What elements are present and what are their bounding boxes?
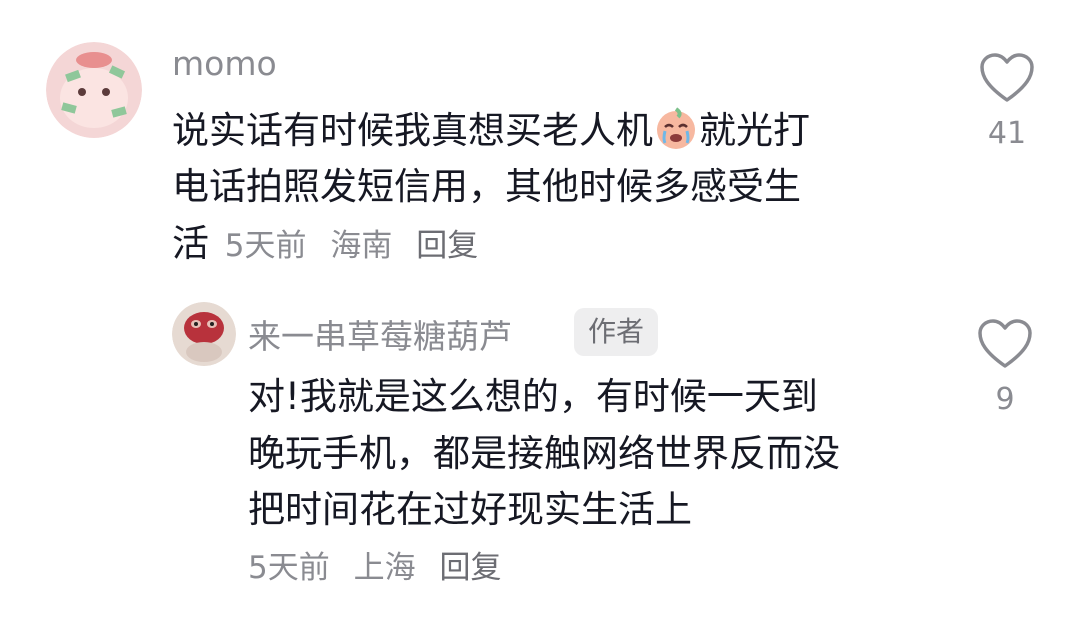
reply-button[interactable]: 回复 bbox=[439, 550, 501, 586]
comment-text-line: 活 bbox=[172, 222, 209, 265]
avatar-image bbox=[172, 302, 236, 366]
comment-text-line: 对!我就是这么想的，有时候一天到 bbox=[248, 375, 818, 418]
heart-icon bbox=[978, 319, 1032, 368]
comment-username[interactable]: 来一串草莓糖葫芦 bbox=[248, 310, 512, 358]
comment-text-line: 晚玩手机，都是接触网络世界反而没 bbox=[248, 432, 840, 475]
comment-username[interactable]: momo bbox=[172, 44, 277, 83]
avatar-image bbox=[46, 42, 142, 138]
comment-location: 海南 bbox=[330, 228, 393, 264]
comment-text-line: 就光打 bbox=[699, 109, 810, 152]
comment-meta: 5天前 海南 回复 bbox=[225, 228, 492, 264]
author-badge: 作者 bbox=[574, 308, 659, 356]
like-button[interactable]: 9 bbox=[970, 318, 1040, 417]
like-button[interactable]: 41 bbox=[972, 52, 1042, 151]
comment-location: 上海 bbox=[353, 550, 416, 586]
comment-time: 5天前 bbox=[224, 228, 307, 264]
comment-text-line: 说实话有时候我真想买老人机 bbox=[172, 109, 653, 152]
like-count: 9 bbox=[995, 382, 1015, 417]
comment-text-line: 把时间花在过好现实生活上 bbox=[248, 488, 692, 531]
comment-text-line: 电话拍照发短信用，其他时候多感受生 bbox=[172, 165, 801, 208]
comment-meta: 5天前 上海 回复 bbox=[248, 542, 515, 587]
avatar[interactable] bbox=[46, 42, 142, 138]
comment-time: 5天前 bbox=[248, 550, 330, 586]
avatar[interactable] bbox=[172, 302, 236, 366]
reply-button[interactable]: 回复 bbox=[416, 228, 478, 264]
crying-face-icon bbox=[653, 105, 699, 151]
comment-text-line: 活 5天前 海南 回复 bbox=[172, 214, 492, 276]
comment-text: 说实话有时候我真想买老人机 就光打 bbox=[172, 101, 810, 161]
like-count: 41 bbox=[987, 116, 1027, 151]
heart-icon bbox=[980, 53, 1034, 102]
